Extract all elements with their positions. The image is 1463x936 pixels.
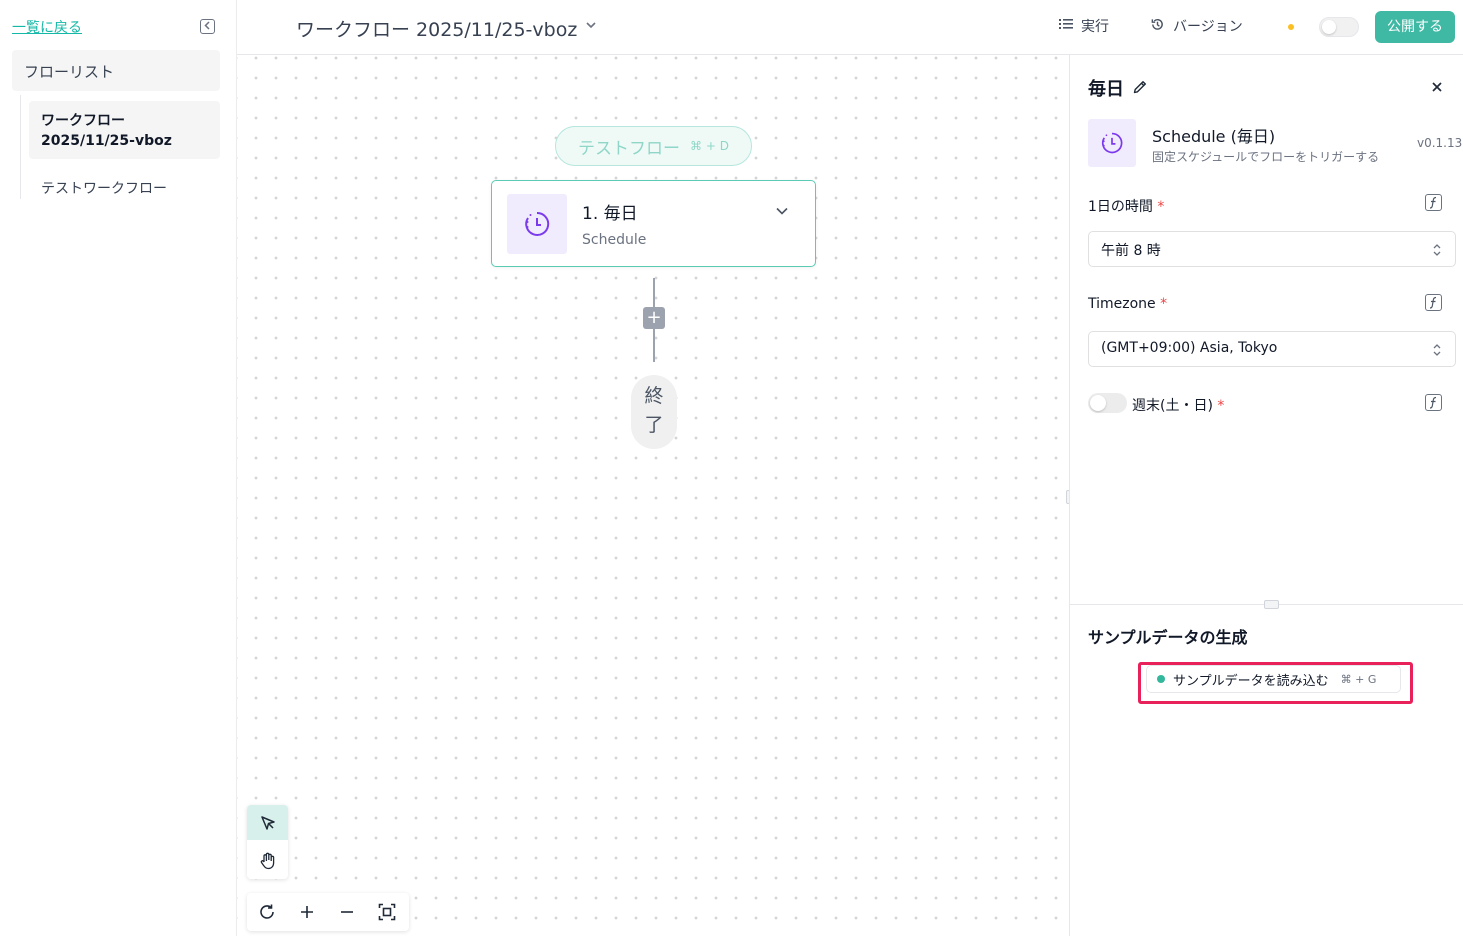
flow-canvas[interactable]: テストフロー ⌘ + D 1. 毎日 Schedule + 終 了: [237, 55, 1069, 936]
sample-data-title: サンプルデータの生成: [1088, 628, 1248, 647]
zoom-out-icon[interactable]: [327, 893, 367, 931]
timezone-field-label: Timezone *: [1088, 296, 1167, 312]
zoom-controls: [247, 893, 409, 931]
workflow-title: ワークフロー 2025/11/25-vboz: [296, 19, 578, 41]
schedule-node[interactable]: 1. 毎日 Schedule: [491, 180, 816, 267]
time-select[interactable]: 午前 8 時: [1088, 231, 1456, 267]
required-mark: *: [1160, 296, 1168, 312]
section-resize-handle[interactable]: [1264, 600, 1279, 609]
add-step-button[interactable]: +: [643, 307, 665, 329]
weekend-toggle[interactable]: [1088, 393, 1127, 413]
sidebar-item-test-workflow[interactable]: テストワークフロー: [29, 169, 220, 209]
end-label-1: 終: [644, 385, 664, 407]
load-sample-shortcut: ⌘ + G: [1340, 672, 1377, 686]
sort-arrows-icon: [1433, 244, 1441, 256]
publish-button[interactable]: 公開する: [1375, 11, 1455, 43]
formula-icon[interactable]: [1425, 194, 1442, 211]
active-toggle[interactable]: [1319, 17, 1359, 37]
chevron-down-icon[interactable]: [775, 203, 789, 222]
sidebar: 一覧に戻る フローリスト ワークフロー 2025/11/25-vboz テストワ…: [0, 0, 237, 936]
timezone-label-text: Timezone: [1088, 296, 1156, 312]
weekend-field-label: 週末(土・日) *: [1132, 395, 1224, 415]
chevron-down-icon[interactable]: [584, 17, 598, 36]
run-label: 実行: [1081, 19, 1109, 35]
node-subtitle: Schedule: [582, 232, 647, 248]
required-mark: *: [1217, 398, 1225, 414]
trigger-description: 固定スケジュールでフローをトリガーする: [1152, 150, 1380, 164]
required-mark: *: [1157, 199, 1165, 215]
pointer-tool-icon[interactable]: [247, 805, 288, 840]
test-flow-shortcut: ⌘ + D: [690, 139, 729, 153]
app-root: 一覧に戻る フローリスト ワークフロー 2025/11/25-vboz テストワ…: [0, 0, 1463, 936]
sort-arrows-icon: [1433, 344, 1441, 356]
formula-icon[interactable]: [1425, 394, 1442, 411]
timezone-select-value: (GMT+09:00) Asia, Tokyo: [1101, 340, 1278, 356]
time-label-text: 1日の時間: [1088, 199, 1153, 215]
collapse-sidebar-icon[interactable]: [200, 19, 215, 34]
close-icon[interactable]: [1430, 79, 1444, 98]
flow-list-header[interactable]: フローリスト: [12, 50, 220, 91]
tree-line: [20, 95, 21, 199]
clock-icon: [1088, 119, 1136, 167]
clock-icon: [507, 194, 567, 254]
run-button[interactable]: 実行: [1059, 16, 1109, 36]
header-bar: ワークフロー 2025/11/25-vboz 実行 バージョン 公開する: [237, 0, 1463, 55]
status-dot: [1288, 24, 1294, 30]
load-sample-data-button[interactable]: サンプルデータを読み込む ⌘ + G: [1146, 665, 1401, 693]
zoom-in-icon[interactable]: [287, 893, 327, 931]
timezone-select[interactable]: (GMT+09:00) Asia, Tokyo: [1088, 331, 1456, 367]
refresh-icon[interactable]: [247, 893, 287, 931]
version-label: バージョン: [1173, 19, 1243, 35]
formula-icon[interactable]: [1425, 294, 1442, 311]
end-label-2: 了: [644, 414, 664, 436]
time-select-value: 午前 8 時: [1101, 243, 1161, 259]
settings-panel: 毎日 Schedule (毎日) 固定スケジュールでフローをトリガーする v0.…: [1069, 55, 1463, 936]
list-icon: [1059, 18, 1073, 34]
test-flow-label: テストフロー: [578, 138, 681, 159]
time-field-label: 1日の時間 *: [1088, 196, 1164, 216]
panel-title: 毎日: [1088, 79, 1124, 100]
sidebar-item-current-workflow[interactable]: ワークフロー 2025/11/25-vboz: [29, 101, 220, 159]
weekend-label-text: 週末(土・日): [1132, 398, 1213, 414]
version-button[interactable]: バージョン: [1150, 16, 1243, 36]
end-node: 終 了: [631, 375, 677, 449]
fit-view-icon[interactable]: [367, 893, 407, 931]
trigger-version: v0.1.13: [1417, 136, 1463, 150]
test-flow-button[interactable]: テストフロー ⌘ + D: [555, 126, 752, 166]
pencil-icon[interactable]: [1132, 79, 1148, 99]
status-dot: [1157, 675, 1165, 683]
history-icon: [1150, 17, 1165, 36]
load-sample-label: サンプルデータを読み込む: [1173, 673, 1329, 689]
back-to-list-link[interactable]: 一覧に戻る: [12, 17, 82, 37]
hand-tool-icon[interactable]: [247, 843, 288, 878]
tool-stack: [247, 805, 288, 879]
trigger-name: Schedule (毎日): [1152, 127, 1276, 146]
node-title: 1. 毎日: [582, 204, 638, 224]
